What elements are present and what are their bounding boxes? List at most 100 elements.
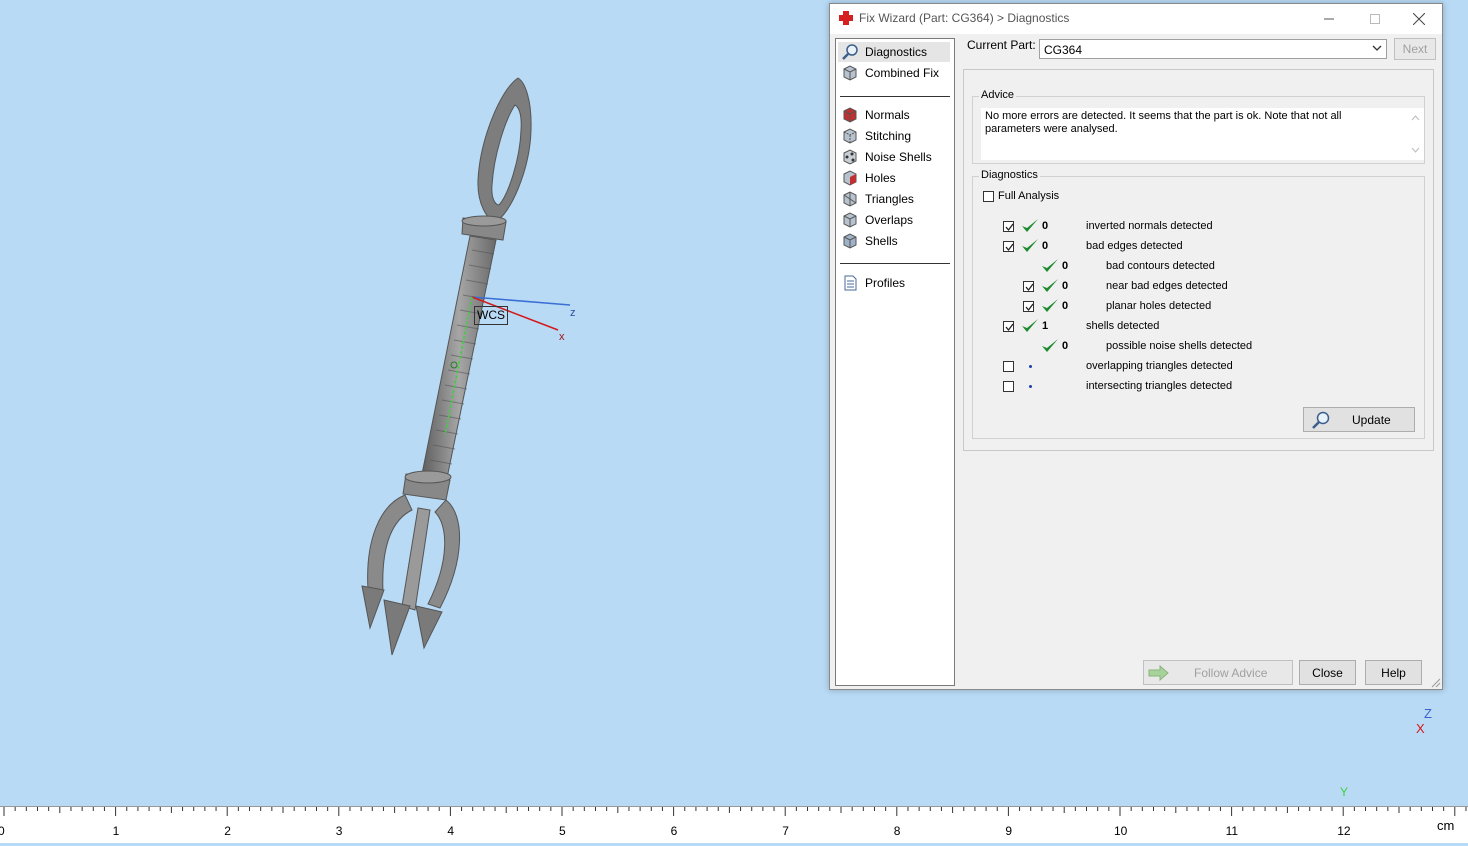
diagnostic-count: 0 [1062,280,1069,292]
advice-text: No more errors are detected. It seems th… [985,110,1342,135]
checkmark-icon [1025,303,1034,312]
stitching-cube-icon [843,128,857,144]
full-analysis-checkbox[interactable] [983,191,994,202]
resize-grip-icon[interactable] [1431,678,1441,688]
diagnostic-label: overlapping triangles detected [1086,360,1233,372]
nav-item-diagnostics[interactable]: Diagnostics [838,42,950,62]
diagnostic-count: 0 [1042,220,1049,232]
triangles-cube-icon [843,191,857,207]
nav-label: Overlaps [865,213,914,227]
checkmark-icon [1025,283,1034,292]
diagnostic-count: 0 [1062,300,1069,312]
nav-item-stitching[interactable]: Stitching [838,126,950,146]
ok-check-icon [1021,238,1039,254]
ruler: 0 1 2 3 4 5 6 7 8 9 10 11 12 cm [0,806,1468,843]
nav-separator [840,96,950,97]
title-bar[interactable]: Fix Wizard (Part: CG364) > Diagnostics [830,4,1442,34]
diagnostic-count: 1 [1042,320,1049,332]
nav-item-combined-fix[interactable]: Combined Fix [838,63,950,83]
close-button[interactable]: Close [1299,660,1356,685]
ruler-tick-label: 3 [336,824,343,838]
ok-check-icon [1041,338,1059,354]
nav-separator [840,263,950,264]
diagnostic-label: bad edges detected [1086,240,1183,252]
maximize-button[interactable] [1352,4,1398,34]
current-part-select[interactable]: CG364 [1039,39,1387,59]
diagnostic-count: 0 [1042,240,1049,252]
current-part-value: CG364 [1044,43,1083,57]
advice-textbox[interactable]: No more errors are detected. It seems th… [981,108,1424,160]
nav-item-shells[interactable]: Shells [838,231,950,251]
diagnostic-count: 0 [1062,260,1069,272]
diagnostic-label: bad contours detected [1106,260,1215,272]
nav-item-profiles[interactable]: Profiles [838,273,950,293]
ruler-tick-label: 10 [1114,824,1128,838]
nav-label: Holes [865,171,896,185]
nav-item-noise-shells[interactable]: Noise Shells [838,147,950,167]
nav-item-normals[interactable]: Normals [838,105,950,125]
minimize-icon [1324,18,1334,20]
nav-label: Combined Fix [865,66,940,80]
advice-title: Advice [979,89,1017,101]
checkmark-icon [1005,323,1014,332]
update-label: Update [1352,412,1391,427]
ruler-tick-label: 5 [559,824,566,838]
ruler-tick-label: 7 [782,824,789,838]
ruler-ticks: 0 1 2 3 4 5 6 7 8 9 10 11 12 [0,807,1467,838]
close-window-button[interactable] [1396,4,1442,34]
checkmark-icon [1005,243,1014,252]
axis-x-label: x [559,331,565,343]
trident-model[interactable]: z x [0,0,820,806]
maximize-icon [1370,14,1380,24]
scroll-arrows-icon [1411,115,1420,153]
corner-axis-x-label: X [1416,721,1425,736]
diagnostic-checkbox[interactable] [1003,321,1014,332]
nav-label: Stitching [865,129,912,143]
not-analysed-dot-icon [1029,385,1032,388]
update-button[interactable]: Update [1303,407,1415,432]
nav-item-triangles[interactable]: Triangles [838,189,950,209]
advice-scrollbar[interactable] [1407,108,1424,160]
diagnostic-checkbox[interactable] [1003,221,1014,232]
diagnostic-checkbox[interactable] [1023,301,1034,312]
nav-label: Noise Shells [865,150,932,164]
ruler-tick-label: 11 [1226,824,1239,838]
ruler-tick-label: 6 [671,824,678,838]
nav-label: Normals [865,108,910,122]
diagnostic-label: shells detected [1086,320,1160,332]
help-button[interactable]: Help [1365,660,1422,685]
cube-icon [843,65,857,81]
ok-check-icon [1041,298,1059,314]
ok-check-icon [1021,318,1039,334]
corner-axis-z-label: Z [1424,706,1432,721]
nav-item-holes[interactable]: Holes [838,168,950,188]
nav-item-overlaps[interactable]: Overlaps [838,210,950,230]
diagnostic-label: possible noise shells detected [1106,340,1253,352]
fix-wizard-dialog[interactable]: Fix Wizard (Part: CG364) > Diagnostics D… [829,3,1443,690]
arrow-right-icon [1148,664,1169,681]
nav-label: Triangles [865,192,914,206]
nav-label: Profiles [865,276,906,290]
shells-cube-icon [843,233,857,249]
follow-advice-label: Follow Advice [1194,665,1268,680]
noise-shells-icon [843,149,857,165]
close-icon [1413,13,1425,25]
nav-label: Shells [865,234,898,248]
red-cross-icon [839,11,853,25]
not-analysed-dot-icon [1029,365,1032,368]
ok-check-icon [1021,218,1039,234]
diagnostics-title: Diagnostics [979,169,1040,181]
ruler-unit: cm [1437,818,1455,833]
next-button[interactable]: Next [1394,38,1436,60]
diagnostic-label: near bad edges detected [1106,280,1228,292]
diagnostic-checkbox[interactable] [1003,381,1014,392]
ruler-tick-label: 0 [0,824,5,838]
diagnostic-count: 0 [1062,340,1069,352]
current-part-label: Current Part: [967,38,1036,52]
diagnostic-checkbox[interactable] [1003,241,1014,252]
diagnostic-label: intersecting triangles detected [1086,380,1233,392]
minimize-button[interactable] [1306,4,1352,34]
diagnostic-checkbox[interactable] [1003,361,1014,372]
diagnostic-checkbox[interactable] [1023,281,1034,292]
follow-advice-button[interactable]: Follow Advice [1143,660,1293,685]
